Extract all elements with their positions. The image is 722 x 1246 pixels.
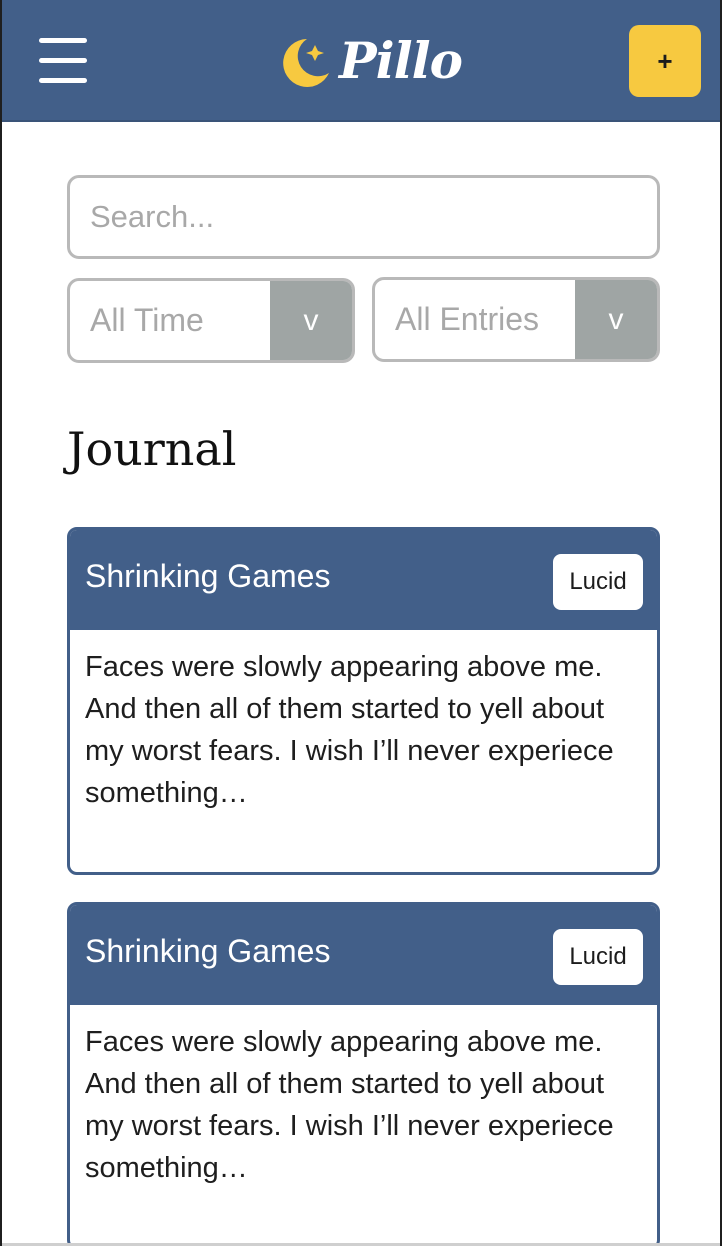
entry-excerpt: Faces were slowly appearing above me. An… — [85, 651, 614, 809]
crescent-moon-star-icon — [283, 39, 329, 87]
app-name: Pillo — [339, 31, 463, 90]
journal-entry-card[interactable]: Shrinking Games Lucid Faces were slowly … — [67, 527, 660, 875]
entry-title: Shrinking Games — [85, 558, 331, 594]
app-frame: Pillo + All Time v All Entries v Journal… — [0, 0, 722, 1246]
entry-title: Shrinking Games — [85, 933, 331, 969]
time-filter-value: All Time — [90, 302, 204, 338]
journal-entry-card[interactable]: Shrinking Games Lucid Faces were slowly … — [67, 902, 660, 1246]
add-entry-button[interactable]: + — [629, 25, 701, 97]
card-header: Shrinking Games Lucid — [70, 905, 657, 1005]
hamburger-menu-icon[interactable] — [39, 38, 87, 84]
chevron-down-icon: v — [270, 281, 352, 360]
entry-tag-badge: Lucid — [553, 929, 643, 985]
page-title: Journal — [67, 422, 237, 476]
entry-tag-badge: Lucid — [553, 554, 643, 610]
entries-filter-select[interactable]: All Entries v — [372, 277, 660, 362]
app-header: Pillo + — [2, 0, 720, 122]
chevron-down-icon: v — [575, 280, 657, 359]
card-header: Shrinking Games Lucid — [70, 530, 657, 630]
entry-excerpt: Faces were slowly appearing above me. An… — [85, 1026, 614, 1184]
search-input[interactable] — [67, 175, 660, 259]
app-logo: Pillo — [277, 30, 463, 92]
entries-filter-value: All Entries — [395, 301, 540, 337]
time-filter-select[interactable]: All Time v — [67, 278, 355, 363]
